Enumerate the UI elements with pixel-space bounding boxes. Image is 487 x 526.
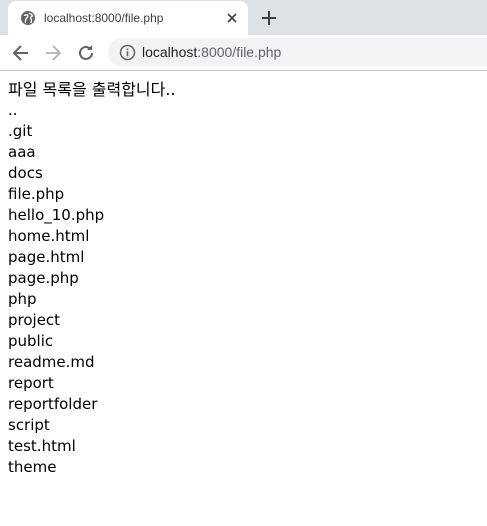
list-item: report bbox=[8, 374, 54, 392]
browser-tab[interactable]: localhost:8000/file.php bbox=[8, 1, 248, 35]
address-bar[interactable]: localhost:8000/file.php bbox=[108, 38, 487, 67]
list-item: reportfolder bbox=[8, 395, 98, 413]
globe-icon bbox=[20, 10, 36, 26]
page-heading: 파일 목록을 출력합니다.. bbox=[8, 80, 176, 99]
file-list: .. .git aaa docs file.php hello_10.php h… bbox=[8, 100, 478, 478]
list-item: home.html bbox=[8, 227, 90, 245]
close-icon[interactable] bbox=[224, 10, 240, 26]
list-item: script bbox=[8, 416, 50, 434]
list-item: .git bbox=[8, 122, 33, 140]
list-item: page.html bbox=[8, 248, 85, 266]
list-item: .. bbox=[8, 101, 18, 119]
browser-toolbar: localhost:8000/file.php bbox=[0, 35, 487, 71]
tab-title: localhost:8000/file.php bbox=[44, 11, 164, 25]
list-item: aaa bbox=[8, 143, 36, 161]
url-text: localhost:8000/file.php bbox=[142, 38, 281, 67]
url-host: localhost bbox=[142, 44, 198, 60]
info-icon[interactable] bbox=[119, 44, 136, 61]
reload-icon[interactable] bbox=[75, 42, 97, 64]
arrow-right-icon[interactable] bbox=[42, 42, 64, 64]
list-item: public bbox=[8, 332, 54, 350]
page-content: 파일 목록을 출력합니다.. .. .git aaa docs file.php… bbox=[8, 79, 478, 478]
plus-icon[interactable] bbox=[259, 8, 279, 28]
list-item: page.php bbox=[8, 269, 79, 287]
list-item: php bbox=[8, 290, 37, 308]
list-item: theme bbox=[8, 458, 57, 476]
url-path: :8000/file.php bbox=[197, 44, 282, 60]
arrow-left-icon[interactable] bbox=[10, 42, 32, 64]
list-item: file.php bbox=[8, 185, 65, 203]
list-item: test.html bbox=[8, 437, 76, 455]
tab-strip: localhost:8000/file.php bbox=[0, 0, 487, 35]
list-item: readme.md bbox=[8, 353, 95, 371]
list-item: hello_10.php bbox=[8, 206, 105, 224]
list-item: project bbox=[8, 311, 61, 329]
list-item: docs bbox=[8, 164, 43, 182]
